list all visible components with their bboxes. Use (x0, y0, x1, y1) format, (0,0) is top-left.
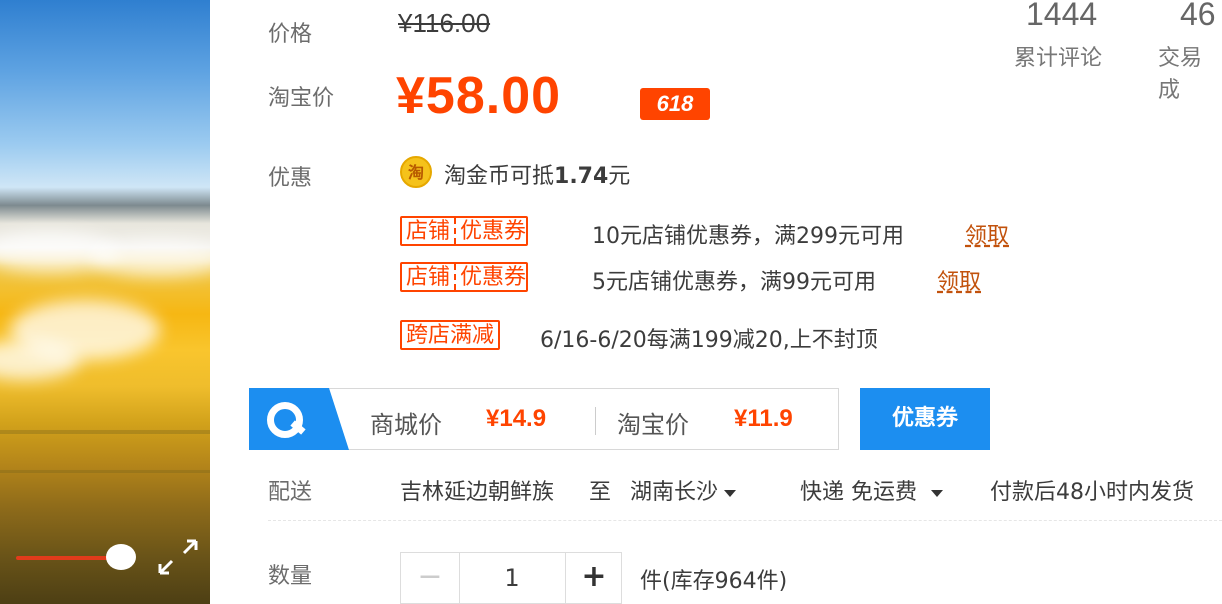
quantity-input[interactable]: 1 (459, 553, 565, 603)
chevron-down-icon (724, 489, 737, 497)
cross-store-description: 6/16-6/20每满199减20,上不封顶 (540, 328, 878, 353)
coupon-tag-left: 店铺 (406, 219, 451, 244)
coin-deduction-text: 淘金币可抵1.74元 (444, 158, 630, 190)
trades-label[interactable]: 交易成 (1158, 40, 1222, 104)
coin-text-suffix: 元 (608, 164, 631, 189)
shipping-selector[interactable]: 快递 免运费 (800, 474, 943, 506)
trades-count[interactable]: 46 (1180, 0, 1216, 33)
claim-coupon-link[interactable]: 领取 (965, 218, 1009, 250)
cross-store-tag-text: 跨店满减 (406, 323, 495, 348)
coin-amount: 1.74 (554, 164, 609, 189)
delivery-label: 配送 (268, 480, 313, 505)
product-video[interactable] (0, 0, 210, 604)
field-line (0, 470, 210, 473)
coupon-tag-left: 店铺 (406, 265, 451, 290)
fullscreen-icon[interactable] (156, 537, 200, 577)
cloud-shape (90, 240, 210, 276)
quantity-label: 数量 (268, 564, 313, 589)
logo-ring (267, 402, 303, 438)
promo-618-badge: 618 (640, 88, 710, 120)
quantity-stepper: − 1 + (400, 552, 622, 604)
coupon-button[interactable]: 优惠券 (860, 388, 990, 450)
delivery-origin: 吉林延边朝鲜族 (400, 480, 555, 505)
price-label: 价格 (268, 22, 313, 47)
comments-count[interactable]: 1444 (1026, 0, 1097, 33)
dispatch-time: 付款后48小时内发货 (990, 480, 1194, 505)
destination-value: 湖南长沙 (630, 480, 719, 505)
mall-price-label: 商城价 (370, 411, 442, 439)
coupon-tag-right: 优惠券 (454, 264, 526, 290)
mall-price-value: ¥14.9 (486, 405, 547, 432)
video-progress-handle[interactable] (106, 544, 136, 570)
chevron-down-icon (931, 489, 943, 497)
delivery-to-word: 至 (589, 480, 612, 505)
coupon-description: 10元店铺优惠券，满299元可用 (592, 224, 904, 249)
original-price: ¥116.00 (398, 8, 491, 38)
mall-logo-icon (249, 388, 349, 450)
taobao-price-label: 淘宝价 (268, 86, 335, 111)
coupon-description: 5元店铺优惠券，满99元可用 (592, 270, 876, 295)
quantity-decrease-button[interactable]: − (401, 553, 460, 603)
shipping-value: 快递 免运费 (800, 480, 917, 505)
store-coupon-tag: 店铺 优惠券 (400, 216, 529, 246)
store-coupon-tag: 店铺 优惠券 (400, 262, 529, 292)
divider (595, 407, 596, 435)
stock-info: 件(库存964件) (640, 569, 788, 594)
comments-label[interactable]: 累计评论 (1014, 40, 1102, 72)
mall-compare-bar[interactable]: 商城价 ¥14.9 淘宝价 ¥11.9 (249, 388, 839, 450)
compare-taobao-label: 淘宝价 (617, 411, 689, 439)
compare-taobao-value: ¥11.9 (734, 405, 793, 432)
taobao-coin-icon: 淘 (400, 156, 432, 188)
claim-coupon-link[interactable]: 领取 (937, 264, 981, 296)
taobao-price-value: ¥58.00 (396, 67, 562, 125)
promotions-label: 优惠 (268, 166, 313, 191)
destination-selector[interactable]: 湖南长沙 (630, 474, 737, 506)
divider (268, 520, 1222, 521)
field-line (0, 430, 210, 434)
quantity-increase-button[interactable]: + (565, 553, 622, 603)
coupon-tag-right: 优惠券 (454, 218, 526, 244)
coin-text-prefix: 淘金币可抵 (444, 164, 555, 189)
cross-store-discount-tag: 跨店满减 (400, 320, 501, 350)
